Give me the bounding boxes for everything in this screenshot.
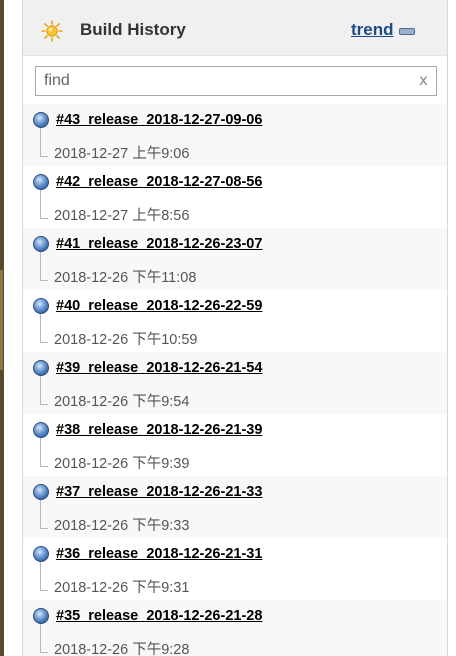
- minimize-icon[interactable]: [399, 28, 415, 35]
- build-history-widget: Build History trend x #43_release_2018-1…: [22, 0, 448, 656]
- build-link[interactable]: #39_release_2018-12-26-21-54: [56, 360, 262, 376]
- status-ball-icon[interactable]: [33, 422, 49, 438]
- build-link[interactable]: #36_release_2018-12-26-21-31: [56, 546, 262, 562]
- build-row: #40_release_2018-12-26-22-59 2018-12-26 下…: [23, 290, 447, 352]
- build-timestamp: 2018-12-26 下午9:33: [54, 518, 190, 534]
- widget-header: Build History trend: [23, 0, 447, 56]
- build-timestamp: 2018-12-27 上午9:06: [54, 146, 190, 162]
- build-timestamp: 2018-12-26 下午9:39: [54, 456, 190, 472]
- timeline-line: [40, 252, 41, 280]
- build-timestamp: 2018-12-26 下午11:08: [54, 270, 197, 286]
- build-row: #39_release_2018-12-26-21-54 2018-12-26 下…: [23, 352, 447, 414]
- status-ball-icon[interactable]: [33, 608, 49, 624]
- timeline-line: [40, 128, 41, 156]
- trend-link[interactable]: trend: [351, 20, 394, 40]
- build-row: #38_release_2018-12-26-21-39 2018-12-26 下…: [23, 414, 447, 476]
- timeline-tick: [40, 590, 48, 591]
- search-row: x: [23, 56, 447, 104]
- timeline-line: [40, 376, 41, 404]
- build-link[interactable]: #41_release_2018-12-26-23-07: [56, 236, 262, 252]
- build-row: #41_release_2018-12-26-23-07 2018-12-26 下…: [23, 228, 447, 290]
- status-ball-icon[interactable]: [33, 112, 49, 128]
- build-timestamp: 2018-12-26 下午9:54: [54, 394, 190, 410]
- build-link[interactable]: #42_release_2018-12-27-08-56: [56, 174, 262, 190]
- status-ball-icon[interactable]: [33, 298, 49, 314]
- status-ball-icon[interactable]: [33, 236, 49, 252]
- build-link[interactable]: #38_release_2018-12-26-21-39: [56, 422, 262, 438]
- status-ball-icon[interactable]: [33, 360, 49, 376]
- build-row: #42_release_2018-12-27-08-56 2018-12-27 上…: [23, 166, 447, 228]
- timeline-tick: [40, 218, 48, 219]
- build-timestamp: 2018-12-26 下午10:59: [54, 332, 198, 348]
- left-page-edge: [0, 0, 4, 656]
- search-input[interactable]: [35, 66, 437, 96]
- clear-search-icon[interactable]: x: [419, 71, 428, 89]
- timeline-tick: [40, 466, 48, 467]
- timeline-tick: [40, 342, 48, 343]
- timeline-line: [40, 500, 41, 528]
- timeline-line: [40, 624, 41, 652]
- timeline-tick: [40, 404, 48, 405]
- status-ball-icon[interactable]: [33, 174, 49, 190]
- build-list: #43_release_2018-12-27-09-06 2018-12-27 上…: [23, 104, 447, 656]
- timeline-tick: [40, 156, 48, 157]
- timeline-line: [40, 562, 41, 590]
- build-row: #35_release_2018-12-26-21-28 2018-12-26 下…: [23, 600, 447, 656]
- timeline-tick: [40, 528, 48, 529]
- status-ball-icon[interactable]: [33, 484, 49, 500]
- build-row: #36_release_2018-12-26-21-31 2018-12-26 下…: [23, 538, 447, 600]
- timeline-tick: [40, 652, 48, 653]
- build-row: #37_release_2018-12-26-21-33 2018-12-26 下…: [23, 476, 447, 538]
- build-timestamp: 2018-12-26 下午9:31: [54, 580, 190, 596]
- build-link[interactable]: #40_release_2018-12-26-22-59: [56, 298, 262, 314]
- timeline-tick: [40, 280, 48, 281]
- build-row: #43_release_2018-12-27-09-06 2018-12-27 上…: [23, 104, 447, 166]
- timeline-line: [40, 438, 41, 466]
- build-link[interactable]: #37_release_2018-12-26-21-33: [56, 484, 262, 500]
- status-ball-icon[interactable]: [33, 546, 49, 562]
- timeline-line: [40, 314, 41, 342]
- build-link[interactable]: #35_release_2018-12-26-21-28: [56, 608, 262, 624]
- build-link[interactable]: #43_release_2018-12-27-09-06: [56, 112, 262, 128]
- timeline-line: [40, 190, 41, 218]
- build-timestamp: 2018-12-27 上午8:56: [54, 208, 190, 224]
- sun-icon: [41, 20, 63, 42]
- build-timestamp: 2018-12-26 下午9:28: [54, 642, 190, 656]
- widget-title: Build History: [80, 20, 186, 39]
